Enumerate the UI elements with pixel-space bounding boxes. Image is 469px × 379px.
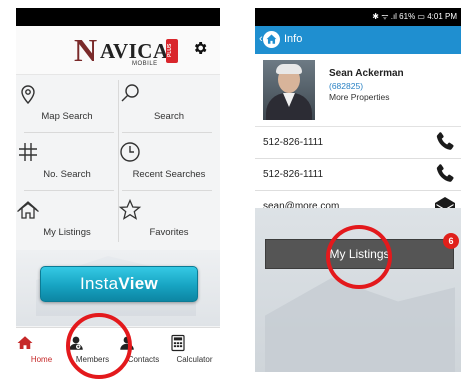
agent-id: (682825) [329,81,364,91]
tab-home-label: Home [30,355,53,364]
favorites-button[interactable]: Favorites [118,190,220,248]
phone-row-2[interactable]: 512-826-1111 [255,159,461,191]
number-search-button[interactable]: No. Search [16,132,118,190]
members-icon [69,336,83,350]
right-phone-screen: ✱ ᯤ .ıl 61% ▭ 4:01 PM ‹ Info Sean Ackerm… [255,8,461,372]
search-button[interactable]: Search [118,74,220,132]
agent-photo [263,60,315,120]
tab-calculator[interactable]: Calculator [169,328,220,372]
tab-contacts-label: Contacts [127,355,160,364]
magnifier-icon [121,84,139,102]
map-search-button[interactable]: Map Search [16,74,118,132]
home-circle-icon [263,31,280,48]
house-icon [17,201,39,219]
info-header: ‹ Info [255,26,461,54]
phone-row-1[interactable]: 512-826-1111 [255,127,461,159]
map-pin-icon [21,85,35,105]
star-icon [118,198,142,220]
my-listings-button[interactable]: My Listings [16,190,118,248]
more-properties-link[interactable]: More Properties [329,92,389,102]
agent-name: Sean Ackerman [329,68,404,79]
status-bar: ✱ ᯤ .ıl 61% ▭ 4:01 PM [255,8,461,26]
my-listings-label: My Listings [43,227,91,238]
status-bar [16,8,220,26]
app-header: N AVICA MOBILE PLUS [16,26,220,75]
gear-icon[interactable] [192,40,208,56]
number-search-label: No. Search [43,169,91,180]
instaview-button[interactable]: InstaView [40,266,198,302]
phone-icon[interactable] [433,162,457,186]
back-label: Info [284,33,303,45]
recent-searches-label: Recent Searches [132,169,206,180]
back-button[interactable]: ‹ Info [259,31,303,49]
tab-calculator-label: Calculator [176,355,213,364]
listings-count-badge: 6 [443,233,459,249]
favorites-label: Favorites [149,227,189,238]
agent-card: Sean Ackerman (682825) More Properties [255,54,461,127]
contacts-icon [120,336,134,350]
left-phone-screen: N AVICA MOBILE PLUS Map Search Search No… [16,8,220,372]
background-house-image [255,208,461,372]
phone-number-2: 512-826-1111 [263,169,324,180]
tab-home[interactable]: Home [16,328,67,372]
tab-members-label: Members [75,355,110,364]
search-label: Search [153,111,185,122]
clock-icon [120,142,140,162]
navica-logo: N AVICA MOBILE PLUS [74,32,178,68]
logo-letter: N [74,32,98,68]
bottom-tab-bar: Home Members Contacts Calculator [16,327,220,372]
map-search-label: Map Search [41,111,93,122]
calculator-icon [171,334,185,352]
phone-number-1: 512-826-1111 [263,137,324,148]
tab-contacts[interactable]: Contacts [118,328,169,372]
recent-searches-button[interactable]: Recent Searches [118,132,220,190]
hash-icon [19,143,37,161]
logo-subtext: MOBILE [132,61,158,67]
my-listings-button[interactable]: My Listings [265,239,454,269]
logo-plus-tag: PLUS [166,39,178,63]
phone-icon[interactable] [433,130,457,154]
home-icon [17,336,33,349]
tab-members[interactable]: Members [67,328,118,372]
